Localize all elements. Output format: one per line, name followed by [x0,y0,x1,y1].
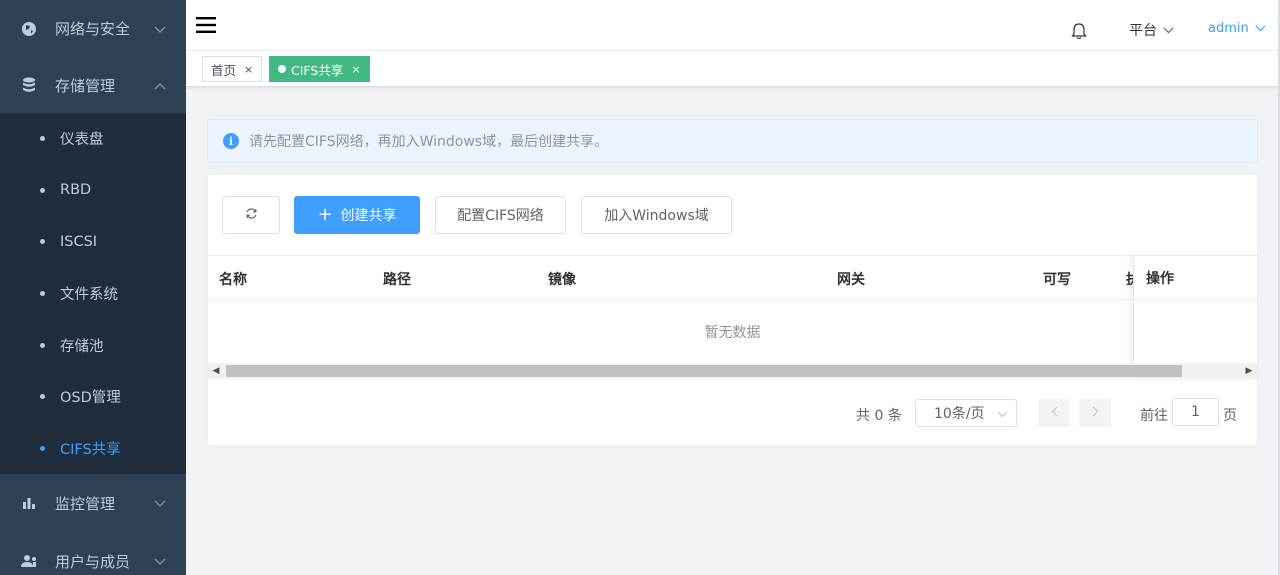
bullet-icon [40,342,45,348]
next-page-button[interactable] [1079,399,1111,427]
close-icon[interactable]: × [351,63,360,76]
empty-placeholder: 暂无数据 [704,324,761,341]
chevron-right-icon [1092,405,1099,421]
platform-dropdown[interactable]: 平台 [1129,20,1174,40]
sidebar-item-label: 存储池 [60,338,104,355]
sidebar: 网络与安全 存储管理 仪表盘 RBD ISCSI 文件系统 存储池 OSD管理 … [0,0,186,575]
database-icon [20,76,38,94]
button-label: 创建共享 [340,208,397,224]
sidebar-item-filesystem[interactable]: 文件系统 [0,268,186,320]
user-dropdown[interactable]: admin [1208,21,1266,36]
column-header-operations: 操作 [1146,271,1174,287]
bullet-icon [40,291,45,297]
bar-chart-icon [20,494,38,512]
chevron-down-icon [154,20,166,38]
bullet-icon [40,187,45,193]
refresh-button[interactable] [222,196,280,234]
hamburger-menu-icon[interactable] [196,16,216,38]
user-label: admin [1208,21,1249,36]
sidebar-item-label: RBD [60,182,92,199]
info-alert: i 请先配置CIFS网络，再加入Windows域，最后创建共享。 [207,119,1258,163]
page-unit-label: 页 [1223,408,1237,424]
menu-label: 网络与安全 [55,20,131,38]
chevron-down-icon [154,552,166,570]
chevron-down-icon [1163,22,1174,38]
tags-view: 首页 × CIFS共享 × [186,51,1280,87]
table-header: 名称 路径 镜像 网关 可写 执 [208,255,1257,300]
column-header-gateway[interactable]: 网关 [837,269,865,289]
sidebar-item-label: ISCSI [60,233,98,250]
sidebar-item-osd[interactable]: OSD管理 [0,371,186,423]
sidebar-item-dashboard[interactable]: 仪表盘 [0,113,186,165]
config-cifs-network-button[interactable]: 配置CIFS网络 [435,196,566,234]
cifs-share-card: + 创建共享 配置CIFS网络 加入Windows域 名称 路径 镜像 网关 可… [207,174,1258,446]
prev-page-button[interactable] [1038,399,1070,427]
sidebar-item-rbd[interactable]: RBD [0,165,186,217]
chevron-left-icon [1051,405,1058,421]
sidebar-item-storage-pool[interactable]: 存储池 [0,319,186,371]
globe-icon [20,20,38,38]
refresh-icon [245,207,258,224]
menu-monitoring[interactable]: 监控管理 [0,474,186,532]
chevron-down-icon [1255,21,1266,36]
bell-icon[interactable] [1070,22,1088,44]
scroll-right-icon[interactable]: ▶ [1241,363,1257,379]
menu-label: 用户与成员 [55,552,131,571]
chevron-down-icon [154,494,166,512]
column-header-image[interactable]: 镜像 [548,269,576,289]
sidebar-item-label: 仪表盘 [60,132,104,149]
tag-label: CIFS共享 [291,62,344,78]
goto-label: 前往 [1140,408,1168,424]
plus-icon: + [317,204,333,225]
top-navbar: 平台 admin [186,0,1280,51]
goto-page-input[interactable] [1172,398,1219,426]
bullet-icon [40,445,45,451]
page-size-select[interactable]: 10条/页 [915,399,1017,427]
menu-label: 监控管理 [55,494,116,513]
tag-cifs[interactable]: CIFS共享 × [269,56,370,82]
scroll-left-icon[interactable]: ◀ [208,363,224,379]
close-icon[interactable]: × [244,63,253,76]
button-label: 加入Windows域 [604,208,709,224]
active-dot-icon [278,65,286,73]
bullet-icon [40,239,45,245]
total-count: 共 0 条 [856,408,902,424]
storage-submenu: 仪表盘 RBD ISCSI 文件系统 存储池 OSD管理 CIFS共享 [0,113,186,475]
bullet-icon [40,394,45,400]
button-label: 配置CIFS网络 [457,208,544,224]
menu-label: 存储管理 [55,76,116,95]
chevron-up-icon [154,76,166,94]
alert-text: 请先配置CIFS网络，再加入Windows域，最后创建共享。 [249,134,609,150]
platform-label: 平台 [1129,23,1157,39]
sidebar-item-label: 文件系统 [60,287,118,304]
sidebar-item-cifs[interactable]: CIFS共享 [0,423,186,475]
fixed-operations-column: 操作 [1133,255,1257,379]
tag-home[interactable]: 首页 × [202,56,263,82]
chevron-down-icon [997,406,1008,422]
page-size-value: 10条/页 [934,406,985,422]
scrollbar-thumb[interactable] [226,365,1182,377]
column-header-path[interactable]: 路径 [383,269,411,289]
info-icon: i [223,133,239,149]
sidebar-item-iscsi[interactable]: ISCSI [0,216,186,268]
bullet-icon [40,136,45,142]
join-windows-domain-button[interactable]: 加入Windows域 [581,196,732,234]
create-share-button[interactable]: + 创建共享 [294,196,420,234]
users-icon [20,552,38,570]
column-header-writable[interactable]: 可写 [1043,269,1071,289]
sidebar-item-label: OSD管理 [60,390,121,407]
pagination: 共 0 条 10条/页 前往 页 [208,398,1257,429]
horizontal-scrollbar[interactable]: ◀ ▶ [208,363,1257,379]
menu-network-security[interactable]: 网络与安全 [0,0,186,57]
menu-storage-management[interactable]: 存储管理 [0,57,186,113]
menu-users-members[interactable]: 用户与成员 [0,532,186,575]
tag-label: 首页 [211,62,237,78]
column-header-name[interactable]: 名称 [219,269,247,289]
sidebar-item-label: CIFS共享 [60,441,121,458]
